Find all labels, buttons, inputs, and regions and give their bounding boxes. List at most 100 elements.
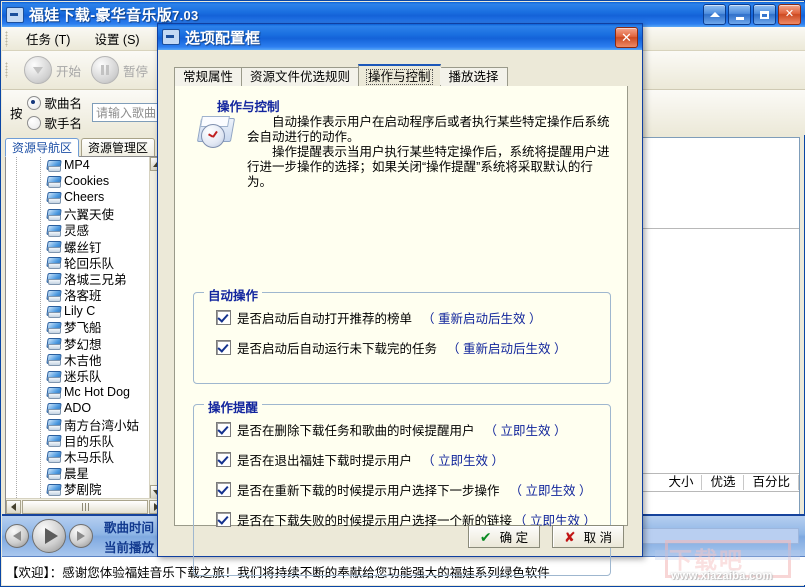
search-mode-radios: 歌曲名 歌手名: [26, 93, 82, 132]
previous-track-button[interactable]: [5, 524, 29, 548]
tree-guide-line: [16, 157, 17, 514]
disk-icon: [46, 353, 61, 367]
menu-drag-grip[interactable]: [5, 30, 8, 47]
horizontal-scrollbar[interactable]: [6, 498, 164, 514]
menu-item-settings[interactable]: 设置 (S): [82, 27, 151, 50]
group-auto-title: 自动操作: [204, 285, 263, 304]
list-item[interactable]: 梦剧院: [6, 481, 164, 497]
rollup-button[interactable]: [703, 4, 726, 25]
option-label: 是否在删除下载任务和歌曲的时候提醒用户: [237, 423, 475, 438]
clock-envelope-icon: [195, 114, 236, 148]
tab-operations-control[interactable]: 操作与控制: [358, 64, 449, 86]
tab-playback-options[interactable]: 播放选择: [439, 67, 516, 87]
option-label: 是否在重新下载的时候提示用户选择下一步操作: [237, 483, 500, 498]
list-item[interactable]: 南方台湾小姑: [6, 416, 164, 433]
dialog-titlebar: 选项配置框 ✕: [158, 24, 642, 50]
minimize-button[interactable]: [728, 4, 751, 25]
list-item[interactable]: 晨星: [6, 465, 164, 481]
checkbox-prompt-on-delete[interactable]: [216, 421, 231, 437]
option-label: 是否启动后自动运行未下载完的任务: [237, 341, 438, 356]
dialog-close-button[interactable]: ✕: [615, 26, 638, 48]
option-hint: （ 立即生效 ）: [509, 483, 592, 498]
dialog-tabs: 常规属性 资源文件优选规则 操作与控制 播放选择: [174, 64, 628, 87]
list-item[interactable]: 螺丝钉: [6, 238, 164, 255]
list-item[interactable]: 木马乐队: [6, 448, 164, 465]
list-item[interactable]: 灵感: [6, 222, 164, 238]
start-button[interactable]: 开始: [24, 56, 81, 84]
list-item-label: 迷乐队: [64, 370, 102, 385]
list-item[interactable]: 洛客班: [6, 287, 164, 303]
list-item[interactable]: 轮回乐队: [6, 254, 164, 271]
player-now-playing-label: 当前播放: [104, 540, 155, 555]
cancel-button-label: 取 消: [583, 531, 613, 545]
next-track-button[interactable]: [69, 524, 93, 548]
description-paragraph-2: 操作提醒表示当用户执行某些特定操作后，系统将提醒用户进行进一步操作的选择；如果关…: [247, 145, 610, 189]
dialog-body: 操作与控制 自动操作表示用户在启动程序后或者执行某些特定操作后系统会自动进行的动…: [174, 86, 628, 576]
cancel-button[interactable]: ✘ 取 消: [552, 525, 624, 548]
disk-icon: [46, 272, 61, 286]
options-dialog: 选项配置框 ✕ 常规属性 资源文件优选规则 操作与控制 播放选择 操作与控制 自…: [157, 23, 643, 576]
list-item[interactable]: Cheers: [6, 189, 164, 205]
checkbox-prompt-on-failure[interactable]: [216, 511, 231, 527]
option-auto-open-chart[interactable]: 是否启动后自动打开推荐的榜单 （ 重新启动后生效 ）: [216, 307, 610, 327]
menu-item-tasks[interactable]: 任务 (T): [14, 27, 82, 50]
list-item-label: 洛客班: [64, 289, 102, 304]
option-hint: （ 立即生效 ）: [484, 423, 567, 438]
download-start-icon: [24, 56, 52, 84]
column-header-size[interactable]: 大小: [660, 475, 703, 490]
group-prompt-title: 操作提醒: [204, 397, 263, 416]
description-paragraph-1: 自动操作表示用户在启动程序后或者执行某些特定操作后系统会自动进行的动作。: [247, 115, 610, 144]
list-item[interactable]: Mc Hot Dog: [6, 384, 164, 400]
sidebar-tabs: 资源导航区 资源管理区: [5, 137, 165, 157]
checkbox-auto-resume-tasks[interactable]: [216, 339, 231, 355]
search-by-label: 按: [10, 107, 23, 121]
list-item[interactable]: Cookies: [6, 173, 164, 189]
option-prompt-on-delete[interactable]: 是否在删除下载任务和歌曲的时候提醒用户 （ 立即生效 ）: [216, 419, 610, 439]
maximize-button[interactable]: [753, 4, 776, 25]
minimize-icon: [735, 16, 744, 20]
checkbox-auto-open-chart[interactable]: [216, 309, 231, 325]
option-prompt-on-exit[interactable]: 是否在退出福娃下载时提示用户 （ 立即生效 ）: [216, 449, 610, 469]
option-prompt-on-redownload[interactable]: 是否在重新下载的时候提示用户选择下一步操作 （ 立即生效 ）: [216, 479, 610, 499]
list-item[interactable]: MP4: [6, 157, 164, 173]
list-item[interactable]: 木吉他: [6, 351, 164, 368]
scroll-left-button[interactable]: [6, 499, 21, 514]
radio-artist-name[interactable]: 歌手名: [26, 113, 82, 132]
sidebar-tab-management[interactable]: 资源管理区: [81, 138, 156, 157]
column-header-percent[interactable]: 百分比: [744, 475, 799, 490]
option-hint: （ 重新启动后生效 ）: [422, 311, 542, 326]
checkbox-prompt-on-exit[interactable]: [216, 451, 231, 467]
horizontal-scroll-thumb[interactable]: [22, 499, 148, 514]
close-icon: ✕: [784, 8, 795, 20]
list-item-label: Lily C: [64, 303, 96, 318]
list-item[interactable]: 目的乐队: [6, 432, 164, 449]
previous-icon: [13, 531, 21, 541]
close-button[interactable]: ✕: [778, 4, 801, 25]
radio-song-name[interactable]: 歌曲名: [26, 93, 82, 112]
window-title-version: 7.03: [172, 8, 199, 23]
list-item[interactable]: 迷乐队: [6, 367, 164, 385]
list-item[interactable]: 六翼天使: [6, 206, 164, 222]
checkbox-prompt-on-redownload[interactable]: [216, 481, 231, 497]
resource-tree[interactable]: MP4 Cookies Cheers 六翼天使 灵感 螺丝钉 轮回乐队 洛城三兄…: [5, 156, 165, 515]
list-item[interactable]: 洛城三兄弟: [6, 270, 164, 287]
list-item[interactable]: Lily C: [6, 303, 164, 319]
option-auto-resume-tasks[interactable]: 是否启动后自动运行未下载完的任务 （ 重新启动后生效 ）: [216, 337, 610, 357]
pause-button[interactable]: 暂停: [91, 56, 148, 84]
option-hint: （ 重新启动后生效 ）: [447, 341, 567, 356]
dialog-icon: [162, 29, 180, 45]
maximize-icon: [760, 10, 769, 19]
column-header-preferred[interactable]: 优选: [702, 475, 745, 490]
window-title-sub: -豪华音乐版: [90, 7, 172, 24]
tab-resource-rules[interactable]: 资源文件优选规则: [241, 67, 368, 87]
list-item-label: 梦剧院: [64, 483, 102, 498]
ok-button[interactable]: ✔ 确 定: [468, 525, 540, 548]
list-item[interactable]: 梦幻想: [6, 335, 164, 352]
list-item[interactable]: ADO: [6, 400, 164, 416]
toolbar-drag-grip[interactable]: [5, 62, 8, 78]
player-info: 歌曲时间 当前播放: [104, 517, 154, 556]
list-item[interactable]: 梦飞船: [6, 319, 164, 335]
tab-general-properties[interactable]: 常规属性: [174, 67, 251, 87]
sidebar-tab-navigation[interactable]: 资源导航区: [5, 138, 80, 157]
play-button[interactable]: [32, 519, 66, 553]
